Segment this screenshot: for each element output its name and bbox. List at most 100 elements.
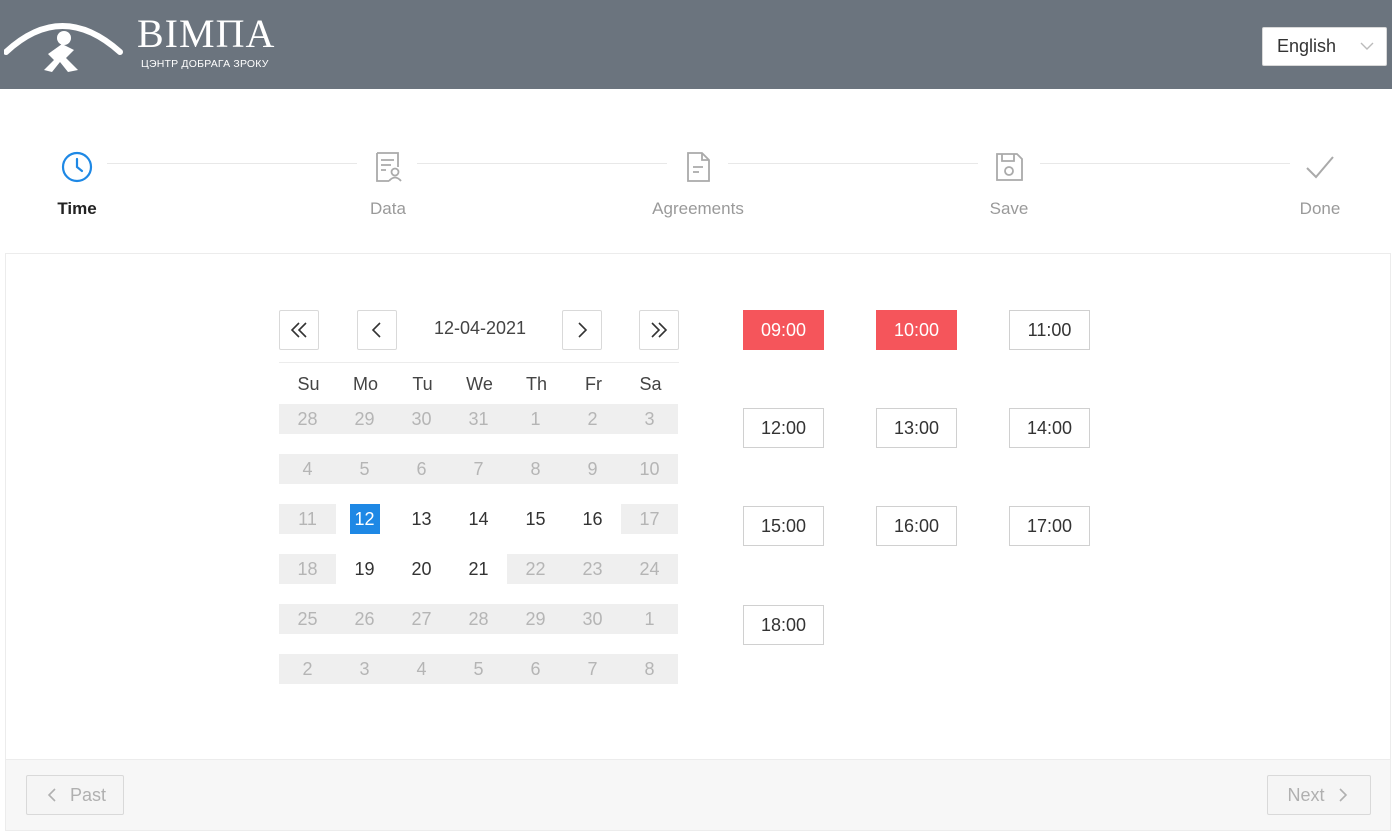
prev-month-button[interactable] xyxy=(357,310,397,350)
time-slot[interactable]: 16:00 xyxy=(876,506,957,546)
calendar-day: 5 xyxy=(450,654,507,684)
time-slot[interactable]: 11:00 xyxy=(1009,310,1090,350)
step-connector xyxy=(417,163,667,164)
calendar-day: 22 xyxy=(507,554,564,584)
time-slot[interactable]: 17:00 xyxy=(1009,506,1090,546)
past-button-label: Past xyxy=(69,784,107,805)
calendar-day: 8 xyxy=(621,654,678,684)
calendar-day[interactable]: 15 xyxy=(507,504,564,534)
logo-icon xyxy=(4,23,123,72)
language-select[interactable]: English xyxy=(1262,27,1387,66)
calendar-day[interactable]: 19 xyxy=(336,554,393,584)
logo-title: ВІМПА xyxy=(137,11,276,56)
step-label: Time xyxy=(57,199,97,218)
calendar-day: 28 xyxy=(450,604,507,634)
calendar-day: 6 xyxy=(393,454,450,484)
step-label: Save xyxy=(989,199,1029,218)
calendar-day[interactable]: 21 xyxy=(450,554,507,584)
weekday-header: Mo xyxy=(352,374,378,394)
app-header: ВІМПА ЦЭНТР ДОБРАГА ЗРОКУ English xyxy=(0,0,1392,89)
calendar-day: 29 xyxy=(507,604,564,634)
calendar-day: 5 xyxy=(336,454,393,484)
calendar-day[interactable]: 13 xyxy=(393,504,450,534)
calendar-day: 7 xyxy=(450,454,507,484)
calendar-day: 30 xyxy=(564,604,621,634)
weekday-header: Sa xyxy=(639,374,662,394)
weekday-header: Fr xyxy=(585,374,602,394)
calendar-day: 1 xyxy=(507,404,564,434)
calendar-day: 7 xyxy=(564,654,621,684)
file-text-icon xyxy=(687,152,710,182)
calendar-day: 3 xyxy=(336,654,393,684)
weekday-header: Th xyxy=(525,374,547,394)
next-year-button[interactable] xyxy=(639,310,679,350)
calendar-day: 4 xyxy=(393,654,450,684)
calendar-day: 26 xyxy=(336,604,393,634)
prev-year-button[interactable] xyxy=(279,310,319,350)
calendar-day: 31 xyxy=(450,404,507,434)
step-connector xyxy=(1040,163,1290,164)
language-value: English xyxy=(1277,36,1337,56)
calendar-day: 24 xyxy=(621,554,678,584)
step-label: Agreements xyxy=(652,199,744,218)
step-connector xyxy=(728,163,978,164)
double-chevron-left-icon xyxy=(290,322,307,338)
clock-icon xyxy=(61,151,93,183)
floppy-disk-icon xyxy=(996,153,1023,181)
step-connector xyxy=(107,163,357,164)
content-card xyxy=(5,253,1391,759)
time-slot-busy[interactable]: 10:00 xyxy=(876,310,957,350)
weekday-header: Su xyxy=(297,374,320,394)
chevron-left-icon xyxy=(47,788,56,802)
calendar-day: 8 xyxy=(507,454,564,484)
time-slot[interactable]: 15:00 xyxy=(743,506,824,546)
double-chevron-right-icon xyxy=(651,322,668,338)
past-button[interactable]: Past xyxy=(26,775,124,815)
wizard-footer xyxy=(5,759,1391,831)
next-button[interactable]: Next xyxy=(1267,775,1371,815)
calendar-day[interactable]: 20 xyxy=(393,554,450,584)
calendar-day: 1 xyxy=(621,604,678,634)
step-data: Data xyxy=(328,150,448,219)
step-label: Data xyxy=(370,199,406,218)
time-slot[interactable]: 13:00 xyxy=(876,408,957,448)
time-slot[interactable]: 18:00 xyxy=(743,605,824,645)
calendar-day: 27 xyxy=(393,604,450,634)
step-time: Time xyxy=(17,150,137,219)
step-agreements: Agreements xyxy=(638,150,758,219)
chevron-right-icon xyxy=(578,322,588,338)
calendar-day: 23 xyxy=(564,554,621,584)
time-slot[interactable]: 14:00 xyxy=(1009,408,1090,448)
calendar-day: 2 xyxy=(564,404,621,434)
calendar-day-selected[interactable]: 12 xyxy=(336,504,393,534)
calendar-day: 9 xyxy=(564,454,621,484)
calendar-day: 10 xyxy=(621,454,678,484)
calendar-day: 25 xyxy=(279,604,336,634)
next-month-button[interactable] xyxy=(562,310,602,350)
logo-subtitle: ЦЭНТР ДОБРАГА ЗРОКУ xyxy=(141,58,269,70)
next-button-label: Next xyxy=(1287,784,1325,805)
weekday-header: Tu xyxy=(412,374,433,394)
calendar-day: 30 xyxy=(393,404,450,434)
calendar-current-date: 12-04-2021 xyxy=(433,318,527,338)
chevron-right-icon xyxy=(1338,788,1347,802)
checkmark-icon xyxy=(1306,156,1334,179)
calendar-divider xyxy=(279,362,679,363)
calendar-day: 2 xyxy=(279,654,336,684)
step-label: Done xyxy=(1299,199,1341,218)
calendar-day: 6 xyxy=(507,654,564,684)
calendar-day: 11 xyxy=(279,504,336,534)
step-done: Done xyxy=(1260,150,1380,219)
calendar-day[interactable]: 14 xyxy=(450,504,507,534)
calendar-day: 3 xyxy=(621,404,678,434)
document-user-icon xyxy=(376,152,402,182)
weekday-header: We xyxy=(466,374,493,394)
day-number: 12 xyxy=(354,509,375,529)
time-slot-busy[interactable]: 09:00 xyxy=(743,310,824,350)
calendar-day[interactable]: 16 xyxy=(564,504,621,534)
calendar-day: 29 xyxy=(336,404,393,434)
calendar-day: 4 xyxy=(279,454,336,484)
chevron-down-icon xyxy=(1360,42,1374,50)
time-slot[interactable]: 12:00 xyxy=(743,408,824,448)
calendar-day: 18 xyxy=(279,554,336,584)
